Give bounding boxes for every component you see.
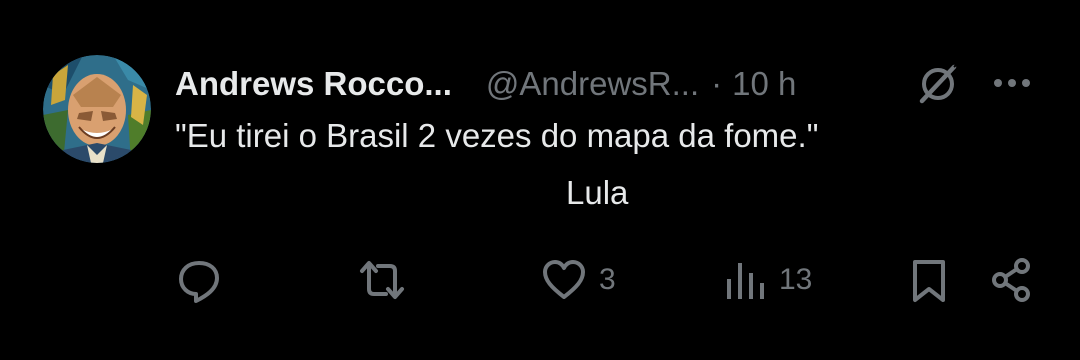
tweet-header: Andrews Rocco... @AndrewsR... · 10 h xyxy=(175,62,796,106)
retweet-button[interactable] xyxy=(357,254,419,306)
share-button[interactable] xyxy=(988,254,1034,306)
author-handle[interactable]: @AndrewsR... xyxy=(486,65,699,103)
views-icon xyxy=(727,263,764,299)
avatar[interactable] xyxy=(43,55,151,163)
retweet-icon xyxy=(360,261,404,299)
views-count: 13 xyxy=(779,263,813,296)
share-icon xyxy=(992,258,1030,302)
views-button[interactable]: 13 xyxy=(725,254,812,306)
like-count: 3 xyxy=(599,263,616,296)
grok-icon[interactable] xyxy=(916,64,960,104)
avatar-portrait-icon xyxy=(43,55,151,163)
like-button[interactable]: 3 xyxy=(541,254,616,306)
author-display-name[interactable]: Andrews Rocco... xyxy=(175,65,452,103)
tweet: Andrews Rocco... @AndrewsR... · 10 h "Eu… xyxy=(0,0,1080,360)
bookmark-icon xyxy=(913,260,945,302)
separator-dot: · xyxy=(711,65,723,102)
reply-icon xyxy=(179,261,219,303)
reply-button[interactable] xyxy=(176,254,234,306)
more-icon[interactable] xyxy=(990,68,1034,98)
tweet-timestamp[interactable]: 10 h xyxy=(732,65,796,103)
heart-icon xyxy=(543,260,585,299)
tweet-text-line-2: Lula xyxy=(566,174,629,211)
bookmark-button[interactable] xyxy=(909,254,949,306)
tweet-text-line-1: "Eu tirei o Brasil 2 vezes do mapa da fo… xyxy=(175,117,819,154)
